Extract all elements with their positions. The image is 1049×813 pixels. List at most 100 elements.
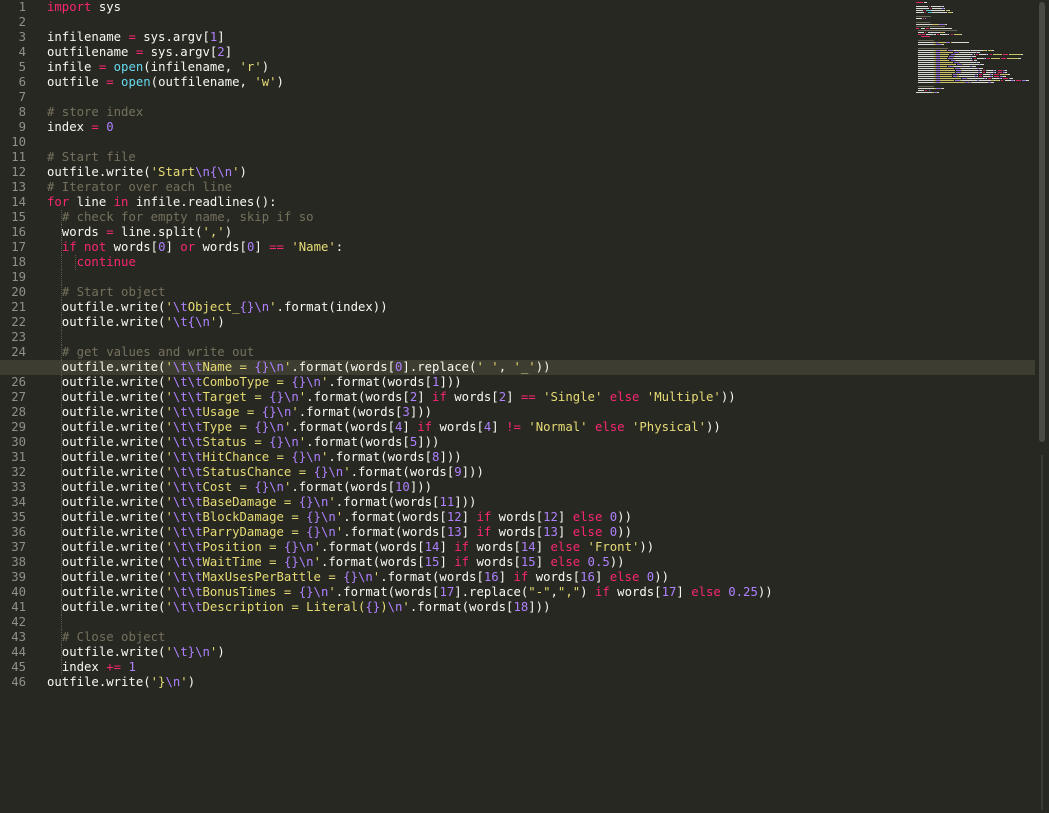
code-line[interactable]: outfile.write('}\n') xyxy=(47,675,195,690)
minimap-line xyxy=(916,6,928,7)
code-token: outfile.write( xyxy=(47,675,151,689)
code-line[interactable]: outfile = open(outfilename, 'w') xyxy=(47,75,284,90)
scrollbar-thumb[interactable] xyxy=(1039,2,1045,442)
code-token: outfile.write( xyxy=(47,360,166,374)
code-token: outfile.write( xyxy=(47,390,166,404)
code-token: outfile.write( xyxy=(47,450,166,464)
code-editor[interactable]: 1 2 3 4 5 6 7 8 9 10 11 12 13 14 15 16 17 18 19 20 21 22 23 24 2… xyxy=(0,0,1035,813)
code-line[interactable]: # Iterator over each line xyxy=(47,180,232,195)
code-line[interactable]: # check for empty name, skip if so xyxy=(47,210,314,225)
minimap-line xyxy=(958,76,975,77)
code-line[interactable]: outfile.write('\t\tBaseDamage = {}\n'.fo… xyxy=(47,495,477,510)
vertical-scrollbar[interactable] xyxy=(1035,0,1049,813)
code-line[interactable]: # Start file xyxy=(47,150,136,165)
code-token: \t\t xyxy=(172,585,203,599)
code-token: open xyxy=(113,60,144,74)
code-line[interactable]: outfile.write('\t\tComboType = {}\n'.for… xyxy=(47,375,462,390)
code-token: {}\n xyxy=(306,510,336,524)
code-token: outfile.write( xyxy=(47,480,166,494)
line-number: 15 xyxy=(11,210,26,224)
code-line[interactable]: for line in infile.readlines(): xyxy=(47,195,277,210)
code-line[interactable]: import sys xyxy=(47,0,121,15)
code-line[interactable]: outfile.write('\t\tCost = {}\n'.format(w… xyxy=(47,480,432,495)
minimap-line xyxy=(918,70,935,71)
code-line[interactable]: infilename = sys.argv[1] xyxy=(47,30,225,45)
code-token: ] xyxy=(417,390,433,404)
code-token: \t\t xyxy=(172,480,203,494)
code-line[interactable]: outfile.write('\t\tStatus = {}\n'.format… xyxy=(47,435,440,450)
code-token: ) xyxy=(217,315,225,329)
minimap-line xyxy=(928,90,930,91)
code-token: .format(words[ xyxy=(343,525,447,539)
minimap-line xyxy=(937,42,946,43)
minimap-line xyxy=(998,80,1000,81)
minimap-line xyxy=(959,62,976,63)
code-line[interactable]: # Close object xyxy=(47,630,166,645)
code-token: ) xyxy=(187,675,196,689)
minimap-line xyxy=(930,6,942,7)
code-line[interactable]: outfile.write('\t\tTarget = {}\n'.format… xyxy=(47,390,736,405)
minimap-line xyxy=(929,8,931,9)
code-line[interactable]: outfile.write('\t\tDescription = Literal… xyxy=(47,600,551,615)
code-line[interactable]: outfile.write('\t\tName = {}\n'.format(w… xyxy=(47,360,551,375)
code-line[interactable]: continue xyxy=(47,255,136,270)
code-line[interactable]: outfile.write('\t\tUsage = {}\n'.format(… xyxy=(47,405,432,420)
minimap-line xyxy=(951,42,969,43)
code-line[interactable]: # get values and write out xyxy=(47,345,255,360)
code-line[interactable]: outfile.write('\t\tBlockDamage = {}\n'.f… xyxy=(47,510,632,525)
code-line[interactable]: outfile.write('\t\tStatusChance = {}\n'.… xyxy=(47,465,484,480)
code-token: outfile.write( xyxy=(47,645,166,659)
minimap-line xyxy=(982,72,985,73)
code-token: {}\n xyxy=(254,480,284,494)
minimap-line xyxy=(991,50,995,51)
minimap-line xyxy=(1001,80,1004,81)
code-token: .format(words[ xyxy=(350,465,455,479)
code-line[interactable]: outfile.write('\t{\n') xyxy=(47,315,225,330)
code-line[interactable]: outfile.write('\t}\n') xyxy=(47,645,225,660)
code-line[interactable]: outfile.write('\t\tParryDamage = {}\n'.f… xyxy=(47,525,632,540)
minimap[interactable] xyxy=(912,0,1029,95)
code-line[interactable]: outfile.write('\t\tType = {}\n'.format(w… xyxy=(47,420,721,435)
code-token: ] xyxy=(676,585,692,599)
minimap-line xyxy=(991,74,994,75)
minimap-line xyxy=(976,52,981,53)
minimap-line xyxy=(962,70,979,71)
code-token: ) xyxy=(217,645,225,659)
code-token: \t\t xyxy=(172,420,203,434)
code-line[interactable]: # store index xyxy=(47,105,143,120)
code-token: ' xyxy=(165,315,173,329)
code-line[interactable]: index += 1 xyxy=(47,660,136,675)
code-line[interactable]: outfile.write('\t\tWaitTime = {}\n'.form… xyxy=(47,555,625,570)
line-number: 36 xyxy=(11,525,26,539)
minimap-line xyxy=(918,82,935,83)
minimap-line xyxy=(928,6,930,7)
code-line[interactable]: outfile.write('\t\tMaxUsesPerBattle = {}… xyxy=(47,570,669,585)
code-line[interactable]: # Start object xyxy=(47,285,166,300)
code-line[interactable]: if not words[0] or words[0] == 'Name': xyxy=(47,240,343,255)
code-line[interactable]: words = line.split(',') xyxy=(47,225,232,240)
code-token: outfile.write( xyxy=(47,555,166,569)
minimap-line xyxy=(986,70,994,71)
code-line[interactable]: outfile.write('\t\tBonusTimes = {}\n'.fo… xyxy=(47,585,773,600)
code-line[interactable]: index = 0 xyxy=(47,120,114,135)
code-token: {}\n xyxy=(306,525,336,539)
code-line[interactable]: infile = open(infilename, 'r') xyxy=(47,60,269,75)
minimap-line xyxy=(918,88,935,89)
code-token: ] xyxy=(461,525,477,539)
code-line[interactable]: outfilename = sys.argv[2] xyxy=(47,45,232,60)
code-line[interactable]: outfile.write('\t\tHitChance = {}\n'.for… xyxy=(47,450,462,465)
minimap-line xyxy=(993,54,1003,55)
code-token: ' xyxy=(165,525,173,539)
minimap-line xyxy=(1018,58,1021,59)
code-token: outfile.write( xyxy=(47,585,166,599)
code-line[interactable]: outfile.write('Start\n{\n') xyxy=(47,165,247,180)
code-line[interactable]: outfile.write('\t\tPosition = {}\n'.form… xyxy=(47,540,654,555)
code-token: ' xyxy=(165,570,173,584)
code-token: ] xyxy=(224,45,233,59)
code-token: 12 xyxy=(543,510,558,524)
code-line[interactable]: outfile.write('\tObject_{}\n'.format(ind… xyxy=(47,300,388,315)
code-token: \n xyxy=(254,300,270,314)
